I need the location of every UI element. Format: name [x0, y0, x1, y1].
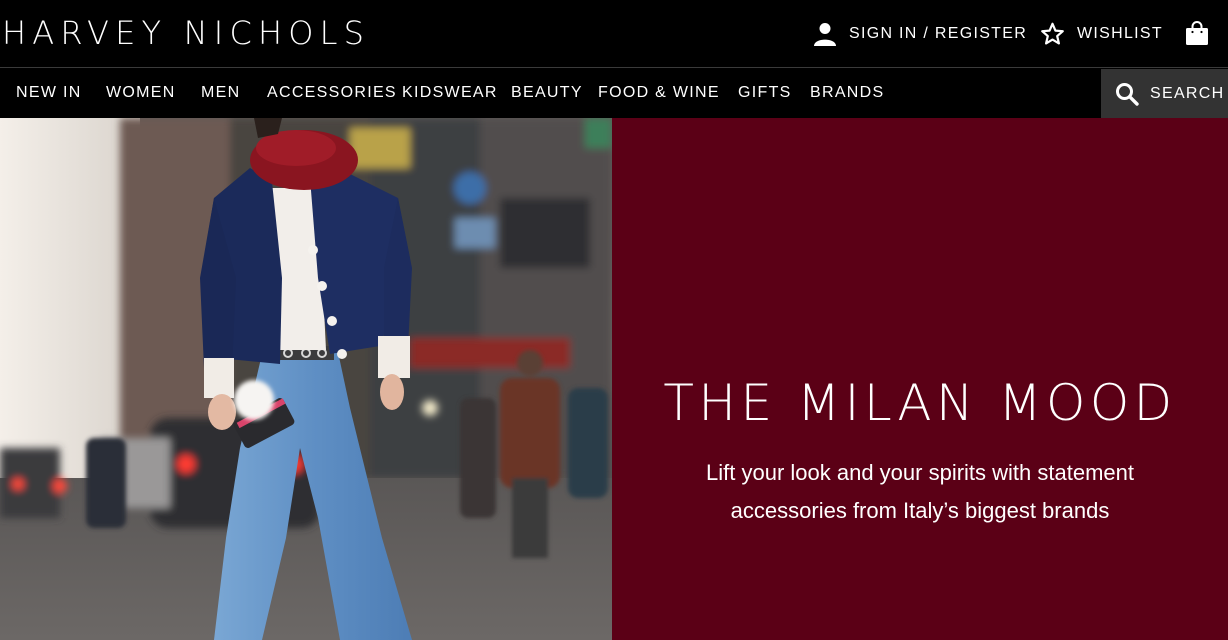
star-icon [1040, 22, 1065, 46]
shopping-bag-button[interactable] [1184, 20, 1210, 46]
sign-in-label: SIGN IN / REGISTER [849, 25, 1028, 42]
nav-item-gifts[interactable]: GIFTS [738, 84, 792, 102]
wishlist-label: WISHLIST [1077, 25, 1163, 42]
nav-item-food-wine[interactable]: FOOD & WINE [598, 84, 720, 102]
user-icon [813, 22, 837, 46]
nav-item-accessories[interactable]: ACCESSORIES [267, 84, 397, 102]
hero-photo[interactable] [0, 118, 612, 640]
wishlist-link[interactable]: WISHLIST [1040, 22, 1163, 46]
shopping-bag-icon [1184, 20, 1210, 46]
hero-subtitle: Lift your look and your spirits with sta… [706, 460, 1134, 523]
main-navigation: NEW IN WOMEN MEN ACCESSORIES KIDSWEAR BE… [0, 69, 1228, 118]
nav-item-men[interactable]: MEN [201, 84, 240, 102]
search-label: SEARCH [1150, 84, 1225, 102]
nav-item-new-in[interactable]: NEW IN [16, 84, 82, 102]
search-button[interactable]: SEARCH [1101, 69, 1228, 118]
top-header: HARVEY NICHOLS SIGN IN / REGISTER WISHLI… [0, 0, 1228, 68]
hero-title: THE MILAN MOOD [663, 374, 1177, 432]
hero-promo-panel[interactable]: THE MILAN MOOD Lift your look and your s… [612, 118, 1228, 640]
street-style-model-image [0, 118, 612, 640]
nav-item-women[interactable]: WOMEN [106, 84, 176, 102]
brand-logo[interactable]: HARVEY NICHOLS [2, 14, 370, 52]
nav-item-beauty[interactable]: BEAUTY [511, 84, 583, 102]
sign-in-register-link[interactable]: SIGN IN / REGISTER [813, 22, 1027, 46]
nav-item-kidswear[interactable]: KIDSWEAR [402, 84, 498, 102]
search-icon [1115, 82, 1139, 106]
nav-item-brands[interactable]: BRANDS [810, 84, 884, 102]
